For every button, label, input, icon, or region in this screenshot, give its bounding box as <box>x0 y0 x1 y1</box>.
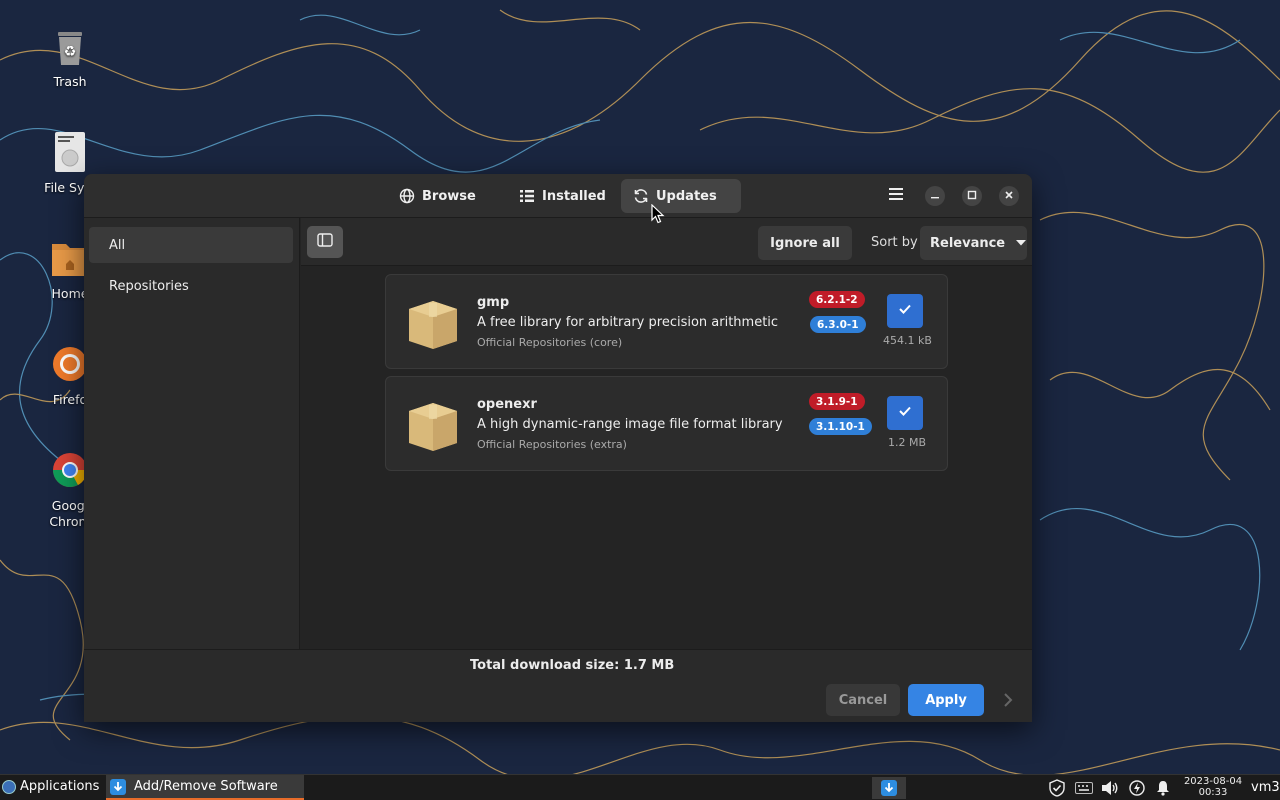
volume-icon[interactable] <box>1101 779 1119 797</box>
package-card-gmp[interactable]: gmp A free library for arbitrary precisi… <box>385 274 948 369</box>
filesystem-icon <box>48 132 92 176</box>
package-box-icon <box>405 399 461 451</box>
mouse-cursor-icon <box>651 204 665 224</box>
sidebar-item-label: Repositories <box>109 278 189 294</box>
power-icon[interactable] <box>1128 779 1146 797</box>
clock-time: 00:33 <box>1198 787 1228 798</box>
sidebar-panel-icon <box>317 233 333 251</box>
maximize-button[interactable] <box>962 186 982 206</box>
sort-dropdown[interactable]: Relevance <box>920 226 1027 260</box>
desktop-icon-trash[interactable]: ♻ Trash <box>32 26 108 90</box>
updates-list: gmp A free library for arbitrary precisi… <box>301 267 1032 649</box>
header-bar: Browse Installed Updates <box>84 174 1032 218</box>
toolbar: Ignore all Sort by Relevance <box>301 218 1032 266</box>
sidebar-item-all[interactable]: All <box>89 227 293 263</box>
tab-label: Installed <box>542 188 606 204</box>
package-name: openexr <box>477 397 537 412</box>
clock[interactable]: 2023-08-04 00:33 <box>1181 776 1245 798</box>
desktop-icon-label: Trash <box>53 74 87 89</box>
package-repository: Official Repositories (extra) <box>477 438 627 451</box>
minimize-icon <box>930 189 940 204</box>
old-version-badge: 3.1.9-1 <box>809 393 865 410</box>
cancel-label: Cancel <box>838 692 888 708</box>
package-size: 1.2 MB <box>888 436 927 449</box>
package-box-icon <box>405 297 461 349</box>
sort-by-label: Sort by <box>871 235 918 250</box>
package-description: A high dynamic-range image file format l… <box>477 417 783 432</box>
checkmark-icon <box>898 405 912 421</box>
tab-label: Updates <box>656 188 717 204</box>
taskbar-item-add-remove-software[interactable]: Add/Remove Software <box>106 775 304 800</box>
applications-label: Applications <box>20 779 100 794</box>
add-remove-software-window: Browse Installed Updates All Repositorie… <box>84 174 1032 722</box>
close-button[interactable] <box>999 186 1019 206</box>
tab-label: Browse <box>422 188 476 204</box>
update-checkbox[interactable] <box>887 396 923 430</box>
taskbar: Applications Add/Remove Software 2023-08… <box>0 774 1280 800</box>
ignore-all-button[interactable]: Ignore all <box>758 226 852 260</box>
hamburger-menu-icon <box>888 187 904 205</box>
sidebar-item-label: All <box>109 237 126 253</box>
applications-menu-button[interactable]: Applications <box>2 779 99 794</box>
update-checkbox[interactable] <box>887 294 923 328</box>
taskbar-item-label: Add/Remove Software <box>134 779 278 794</box>
checkmark-icon <box>898 303 912 319</box>
sidebar-toggle-button[interactable] <box>307 226 343 258</box>
main-menu-button[interactable] <box>886 186 906 206</box>
old-version-badge: 6.2.1-2 <box>809 291 865 308</box>
tab-installed[interactable]: Installed <box>507 179 618 213</box>
footer-bar: Total download size: 1.7 MB Cancel Apply <box>84 649 1032 722</box>
new-version-badge: 3.1.10-1 <box>809 418 872 435</box>
caret-down-icon <box>1015 236 1027 251</box>
chevron-right-icon[interactable] <box>1002 692 1014 708</box>
apply-label: Apply <box>925 692 967 708</box>
applications-menu-icon <box>2 779 16 794</box>
package-description: A free library for arbitrary precision a… <box>477 315 779 330</box>
package-card-openexr[interactable]: openexr A high dynamic-range image file … <box>385 376 948 471</box>
globe-icon <box>399 188 415 204</box>
minimize-button[interactable] <box>925 186 945 206</box>
update-download-icon <box>881 780 897 796</box>
new-version-badge: 6.3.0-1 <box>810 316 866 333</box>
apply-button[interactable]: Apply <box>908 684 984 716</box>
package-name: gmp <box>477 295 510 310</box>
package-repository: Official Repositories (core) <box>477 336 623 349</box>
sort-value: Relevance <box>930 235 1006 251</box>
sidebar-item-repositories[interactable]: Repositories <box>89 268 293 304</box>
keyboard-icon[interactable] <box>1075 779 1093 797</box>
cancel-button[interactable]: Cancel <box>826 684 900 716</box>
shield-icon[interactable] <box>1048 779 1066 797</box>
list-icon <box>519 188 535 204</box>
tab-updates[interactable]: Updates <box>621 179 741 213</box>
sidebar: All Repositories <box>84 218 300 649</box>
total-download-size: Total download size: 1.7 MB <box>470 658 675 673</box>
notification-bell-icon[interactable] <box>1154 779 1172 797</box>
ignore-all-label: Ignore all <box>770 235 840 251</box>
trash-icon: ♻ <box>48 26 92 70</box>
maximize-icon <box>967 189 977 204</box>
close-icon <box>1004 189 1014 204</box>
update-notifier-tray[interactable] <box>872 777 906 799</box>
tab-browse[interactable]: Browse <box>387 179 488 213</box>
refresh-icon <box>633 188 649 204</box>
package-size: 454.1 kB <box>883 334 932 347</box>
software-download-icon <box>110 778 126 795</box>
clock-date: 2023-08-04 <box>1183 776 1243 787</box>
hostname: vm3 <box>1251 780 1280 795</box>
svg-text:♻: ♻ <box>64 44 77 60</box>
